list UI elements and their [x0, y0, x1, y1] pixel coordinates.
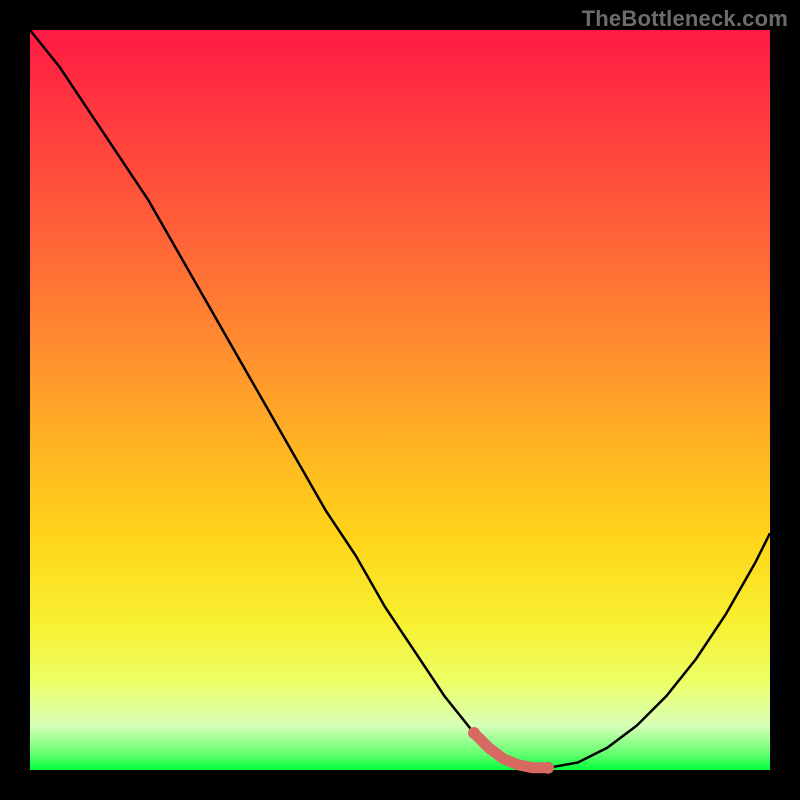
chart-svg [30, 30, 770, 770]
chart-frame: TheBottleneck.com [0, 0, 800, 800]
bottleneck-curve-line [30, 30, 770, 768]
optimal-zone-highlight [474, 733, 548, 768]
watermark-text: TheBottleneck.com [582, 6, 788, 32]
optimal-zone-endpoint [542, 762, 554, 774]
optimal-zone-endpoint [468, 727, 480, 739]
